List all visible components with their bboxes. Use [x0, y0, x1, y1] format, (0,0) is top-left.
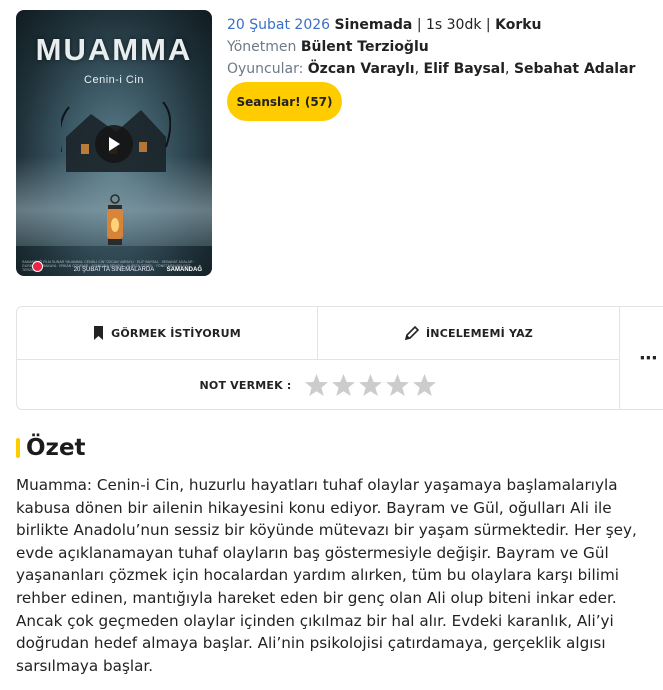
poster-subtitle: Cenin-i Cin: [84, 74, 144, 86]
want-to-watch-button[interactable]: GÖRMEK İSTİYORUM: [17, 307, 318, 360]
cast-link[interactable]: Özcan Varaylı: [308, 61, 415, 77]
rating-row: NOT VERMEK :: [17, 360, 620, 410]
star-rating[interactable]: [304, 373, 437, 398]
separator: |: [485, 17, 491, 33]
more-icon: ⋯: [639, 348, 658, 369]
movie-meta: 20 Şubat 2026 Sinemada | 1s 30dk | Korku…: [227, 14, 635, 80]
star-icon[interactable]: [358, 373, 383, 398]
star-icon[interactable]: [304, 373, 329, 398]
poster-title: MUAMMA: [35, 32, 193, 67]
summary-text: Muamma: Cenin-i Cin, huzurlu hayatları t…: [16, 476, 637, 675]
star-icon[interactable]: [385, 373, 410, 398]
rating-label: NOT VERMEK :: [199, 378, 292, 392]
want-to-watch-label: GÖRMEK İSTİYORUM: [111, 326, 241, 340]
cast-comma: ,: [505, 61, 510, 77]
cast-link[interactable]: Elif Baysal: [424, 61, 506, 77]
cast-row: Oyuncular: Özcan Varaylı, Elif Baysal, S…: [227, 58, 635, 80]
more-options-button[interactable]: ⋯: [620, 307, 663, 410]
showtimes-button[interactable]: Seanslar! (57): [227, 82, 342, 121]
lantern-illustration: [107, 194, 123, 245]
summary-heading-text: Özet: [26, 435, 86, 461]
heading-accent-bar: [16, 438, 20, 458]
user-actions-panel: GÖRMEK İSTİYORUM İNCELEMEMİ YAZ NOT VERM…: [16, 306, 663, 410]
pencil-icon: [404, 325, 420, 341]
play-icon: [109, 137, 120, 151]
summary-heading: Özet: [16, 434, 86, 462]
cast-link[interactable]: Sebahat Adalar: [514, 61, 635, 77]
write-review-button[interactable]: İNCELEMEMİ YAZ: [318, 307, 620, 360]
genre-link[interactable]: Korku: [495, 17, 541, 33]
director-row: Yönetmen Bülent Terzioğlu: [227, 36, 635, 58]
separator: |: [416, 17, 422, 33]
duration: 1s 30dk: [426, 17, 482, 33]
poster-brand: SAMANDAĞ: [166, 267, 202, 273]
trailer-play-button[interactable]: [95, 125, 133, 163]
director-label: Yönetmen: [227, 39, 297, 55]
cast-comma: ,: [414, 61, 420, 77]
cast-label: Oyuncular:: [227, 61, 304, 77]
movie-poster[interactable]: MUAMMA Cenin-i Cin SAMANDAĞ FİLM SUNAR “…: [16, 10, 212, 276]
write-review-label: İNCELEMEMİ YAZ: [426, 326, 533, 340]
director-link[interactable]: Bülent Terzioğlu: [301, 39, 429, 55]
release-status: Sinemada: [334, 17, 413, 33]
release-date[interactable]: 20 Şubat 2026: [227, 17, 330, 33]
release-row: 20 Şubat 2026 Sinemada | 1s 30dk | Korku: [227, 14, 635, 36]
star-icon[interactable]: [331, 373, 356, 398]
bookmark-icon: [93, 326, 104, 340]
star-icon[interactable]: [412, 373, 437, 398]
